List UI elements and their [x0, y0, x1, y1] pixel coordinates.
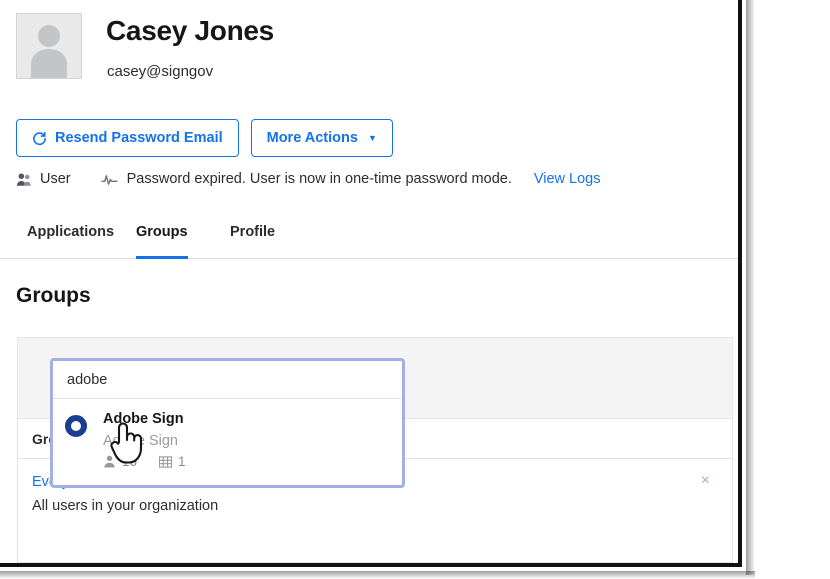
result-meta: 16 1 — [103, 454, 186, 469]
chevron-down-icon: ▼ — [367, 132, 377, 143]
group-autocomplete-dropdown: Adobe Sign Adobe Sign 16 — [50, 358, 405, 488]
section-title: Groups — [16, 284, 91, 307]
result-users-count: 16 — [122, 454, 138, 469]
autocomplete-result-list: Adobe Sign Adobe Sign 16 1 — [53, 399, 402, 475]
tab-bar: Applications Groups Profile — [0, 224, 738, 259]
status-role-label: User — [40, 171, 71, 187]
remove-group-button[interactable]: × — [701, 473, 710, 489]
avatar — [16, 13, 82, 79]
two-people-icon — [16, 172, 32, 187]
group-description: All users in your organization — [32, 498, 219, 514]
resend-password-email-button[interactable]: Resend Password Email — [16, 119, 239, 157]
more-actions-button[interactable]: More Actions ▼ — [250, 119, 393, 157]
result-groups-count: 1 — [178, 454, 186, 469]
status-message: Password expired. User is now in one-tim… — [126, 171, 512, 187]
tab-profile-label: Profile — [230, 224, 276, 240]
tab-profile[interactable]: Profile — [230, 224, 275, 258]
tab-underline — [136, 256, 188, 259]
activity-pulse-icon — [101, 173, 118, 186]
tab-groups-label: Groups — [136, 224, 188, 240]
user-email: casey@signgov — [107, 63, 214, 80]
window-edge-shadow — [0, 571, 755, 579]
donut-ring-icon — [65, 415, 87, 437]
tab-groups[interactable]: Groups — [136, 224, 188, 259]
person-icon — [104, 455, 115, 468]
app-viewport: Casey Jones casey@signgov Resend Passwor… — [0, 0, 742, 567]
refresh-icon — [33, 131, 46, 145]
resend-password-email-label: Resend Password Email — [55, 130, 223, 146]
more-actions-label: More Actions — [266, 130, 358, 146]
action-button-group: Resend Password Email More Actions ▼ — [16, 119, 393, 157]
status-line: User Password expired. User is now in on… — [16, 171, 601, 187]
tab-applications[interactable]: Applications — [27, 224, 114, 258]
autocomplete-result-item[interactable]: Adobe Sign Adobe Sign 16 1 — [53, 405, 402, 475]
result-subtitle: Adobe Sign — [103, 433, 178, 449]
group-search-input[interactable] — [53, 361, 402, 399]
person-placeholder-icon — [17, 14, 81, 78]
window-edge-shadow — [746, 0, 755, 575]
view-logs-link[interactable]: View Logs — [534, 171, 601, 187]
result-title: Adobe Sign — [103, 411, 184, 427]
page-title: Casey Jones — [106, 15, 274, 46]
tab-applications-label: Applications — [27, 224, 115, 240]
grid-icon — [159, 455, 173, 468]
profile-header: Casey Jones casey@signgov — [0, 0, 738, 100]
